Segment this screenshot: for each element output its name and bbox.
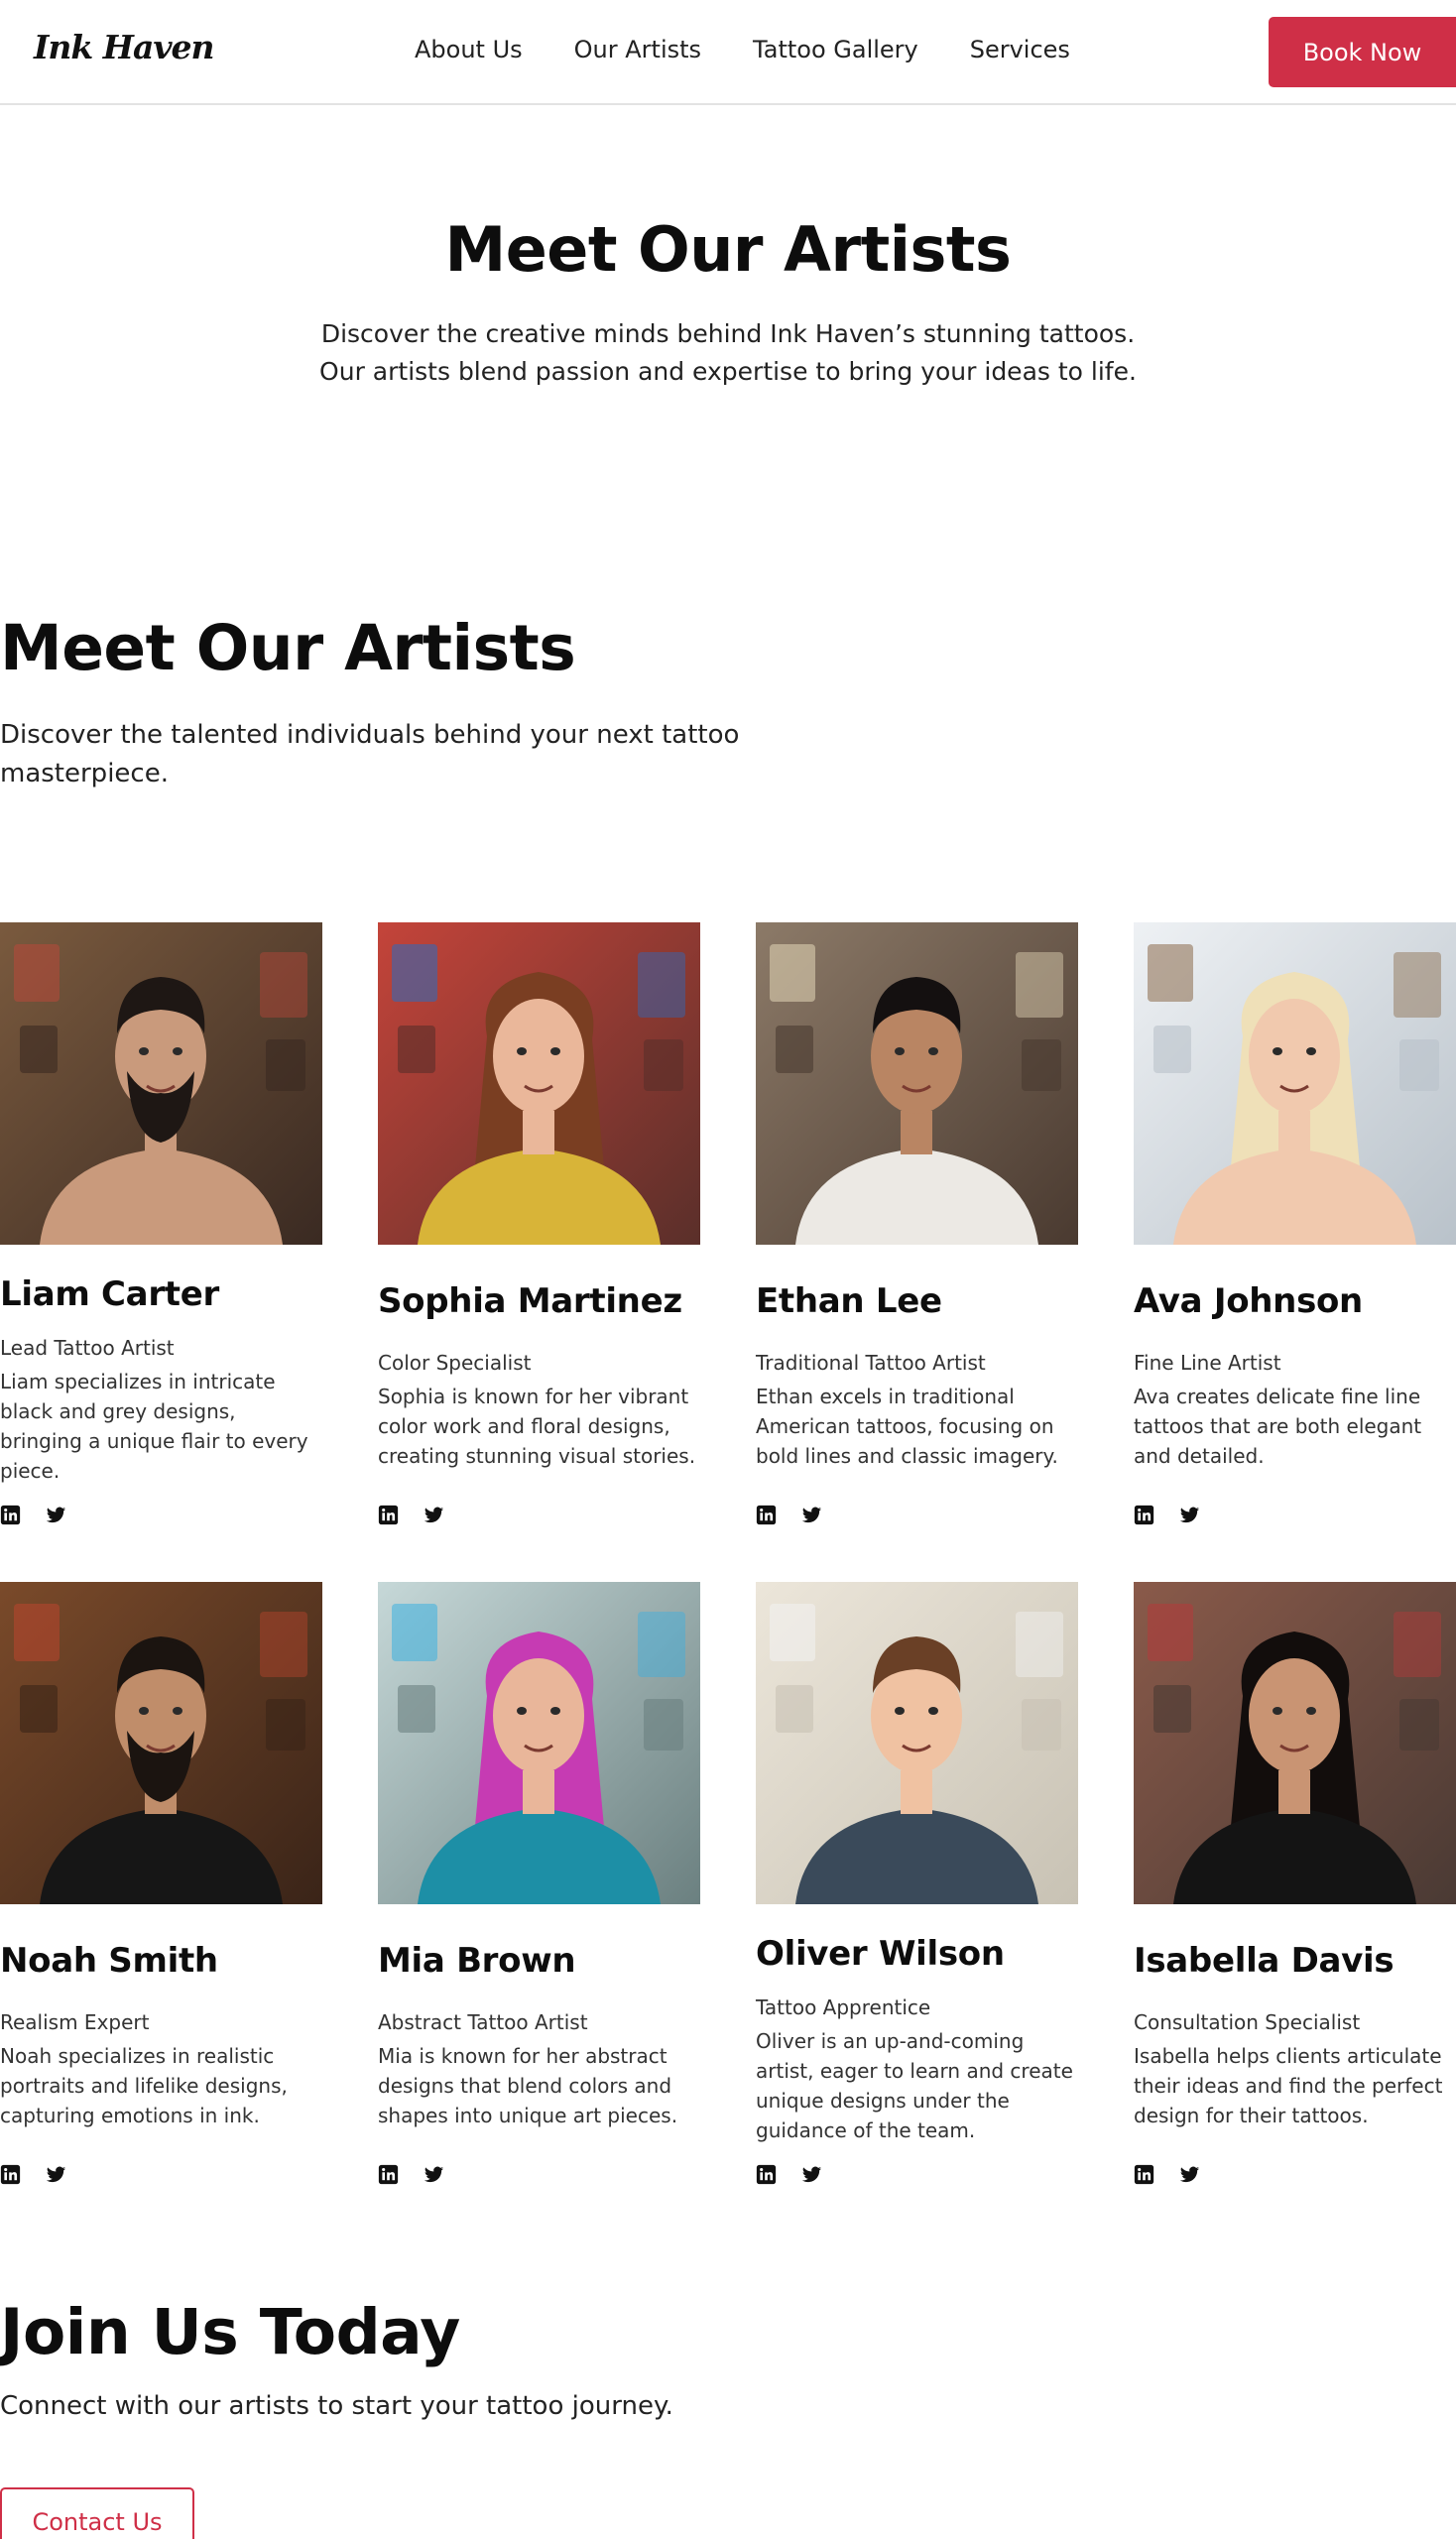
artist-photo [0,922,322,1245]
artist-social-links [378,2164,444,2185]
linkedin-icon[interactable] [756,1505,777,1525]
twitter-icon[interactable] [424,1505,444,1525]
artist-bio: Noah specializes in realistic portraits … [0,2044,288,2127]
artist-bio: Liam specializes in intricate black and … [0,1370,308,1483]
artist-social-links [0,2164,66,2185]
artist-social-links [756,2164,822,2185]
artist-social-links [756,1505,822,1525]
twitter-icon[interactable] [46,2164,66,2185]
artist-photo [756,1582,1078,1904]
twitter-icon[interactable] [801,1505,822,1525]
twitter-icon[interactable] [424,2164,444,2185]
artist-photo [0,1582,322,1904]
artist-photo [378,1582,700,1904]
artist-photo [756,922,1078,1245]
site-logo[interactable]: Ink Haven [34,28,215,66]
artist-name: Noah Smith [0,1941,218,1981]
linkedin-icon[interactable] [1134,1505,1154,1525]
artist-photo [1134,1582,1456,1904]
artist-role: Consultation Specialist [1134,2010,1361,2034]
linkedin-icon[interactable] [378,1505,399,1525]
join-title: Join Us Today [0,2296,460,2368]
linkedin-icon[interactable] [1134,2164,1154,2185]
linkedin-icon[interactable] [756,2164,777,2185]
linkedin-icon[interactable] [378,2164,399,2185]
artist-role: Tattoo Apprentice [756,1995,931,2019]
nav-link-our-artists[interactable]: Our Artists [574,36,701,63]
artist-role: Traditional Tattoo Artist [756,1351,986,1375]
twitter-icon[interactable] [1179,1505,1200,1525]
nav-link-tattoo-gallery[interactable]: Tattoo Gallery [753,36,918,63]
twitter-icon[interactable] [801,2164,822,2185]
artist-bio: Ava creates delicate fine line tattoos t… [1134,1385,1422,1468]
artist-social-links [378,1505,444,1525]
linkedin-icon[interactable] [0,1505,21,1525]
artist-name: Mia Brown [378,1941,576,1981]
contact-us-button[interactable]: Contact Us [0,2487,194,2539]
artist-social-links [1134,2164,1200,2185]
artist-role: Abstract Tattoo Artist [378,2010,588,2034]
hero-subtitle: Discover the creative minds behind Ink H… [319,319,1137,386]
artist-photo [1134,922,1456,1245]
artist-bio: Sophia is known for her vibrant color wo… [378,1385,696,1468]
artist-name: Isabella Davis [1134,1941,1395,1981]
join-subtitle: Connect with our artists to start your t… [0,2391,673,2421]
artist-social-links [1134,1505,1200,1525]
artist-role: Fine Line Artist [1134,1351,1281,1375]
nav-link-services[interactable]: Services [970,36,1070,63]
artists-section-title: Meet Our Artists [0,612,576,684]
artist-role: Lead Tattoo Artist [0,1336,175,1360]
artist-role: Realism Expert [0,2010,150,2034]
nav-link-about-us[interactable]: About Us [415,36,523,63]
main-nav: About Us Our Artists Tattoo Gallery Serv… [415,36,1070,63]
navbar: Ink Haven About Us Our Artists Tattoo Ga… [0,0,1456,105]
artist-name: Liam Carter [0,1274,219,1314]
artist-name: Ethan Lee [756,1281,942,1321]
twitter-icon[interactable] [1179,2164,1200,2185]
artists-section-subtitle: Discover the talented individuals behind… [0,720,740,788]
artist-bio: Ethan excels in traditional American tat… [756,1385,1058,1468]
artist-photo [378,922,700,1245]
artist-role: Color Specialist [378,1351,532,1375]
linkedin-icon[interactable] [0,2164,21,2185]
artist-name: Sophia Martinez [378,1281,682,1321]
artist-bio: Isabella helps clients articulate their … [1134,2044,1443,2127]
artist-name: Oliver Wilson [756,1934,1005,1974]
artist-name: Ava Johnson [1134,1281,1363,1321]
twitter-icon[interactable] [46,1505,66,1525]
artist-bio: Mia is known for her abstract designs th… [378,2044,678,2127]
book-now-button[interactable]: Book Now [1269,17,1456,87]
artist-social-links [0,1505,66,1525]
hero-title: Meet Our Artists [444,213,1012,286]
artist-bio: Oliver is an up-and-coming artist, eager… [756,2029,1073,2142]
